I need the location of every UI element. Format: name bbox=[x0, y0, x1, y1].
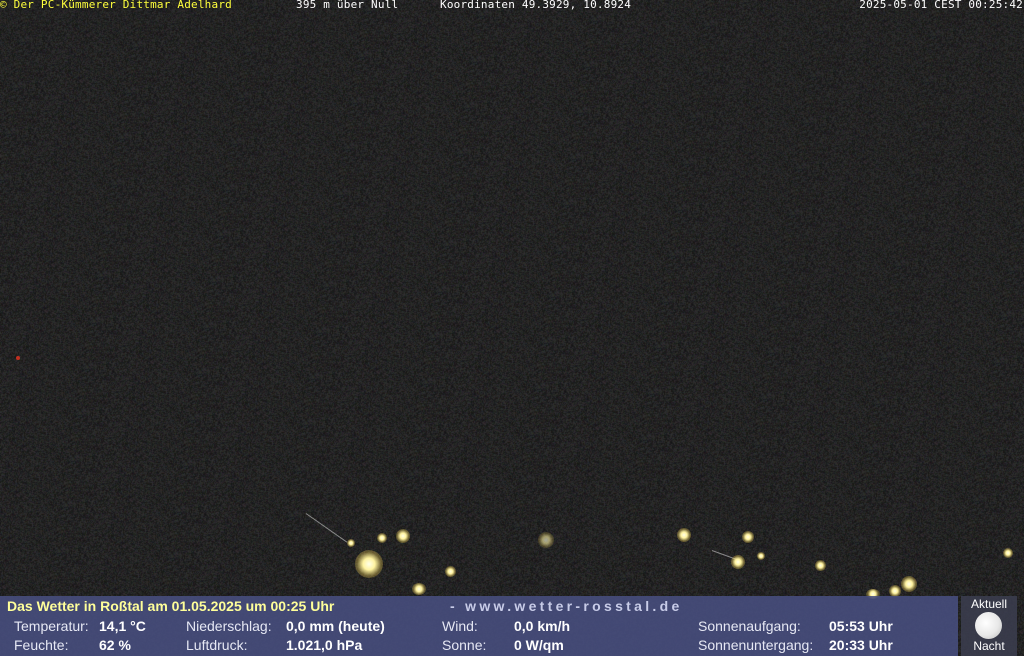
humidity-label: Feuchte: bbox=[14, 637, 69, 653]
pressure-value: 1.021,0 hPa bbox=[286, 637, 363, 653]
wind-value: 0,0 km/h bbox=[514, 618, 571, 634]
sun-value: 0 W/qm bbox=[514, 637, 564, 653]
town-light bbox=[1003, 548, 1013, 558]
town-light bbox=[757, 552, 765, 560]
sunrise-label: Sonnenaufgang: bbox=[698, 618, 801, 634]
moon-icon bbox=[975, 612, 1002, 639]
town-light bbox=[901, 576, 917, 592]
town-light bbox=[347, 539, 355, 547]
precipitation-label: Niederschlag: bbox=[186, 618, 272, 634]
sunrise-value: 05:53 Uhr bbox=[829, 618, 893, 634]
town-light bbox=[742, 531, 754, 543]
moon-phase-label: Nacht bbox=[973, 639, 1005, 653]
town-light bbox=[355, 550, 383, 578]
camera-info-bar: © Der PC-Kümmerer Dittmar Adelhard 395 m… bbox=[0, 0, 1024, 10]
town-light bbox=[445, 566, 456, 577]
timestamp-text: 2025-05-01 CEST 00:25:42 bbox=[859, 0, 1023, 11]
town-light bbox=[377, 533, 387, 543]
weather-panel: Das Wetter in Roßtal am 01.05.2025 um 00… bbox=[0, 596, 958, 656]
precipitation-value: 0,0 mm (heute) bbox=[286, 618, 385, 634]
sunset-label: Sonnenuntergang: bbox=[698, 637, 814, 653]
moon-phase-box: Aktuell Nacht bbox=[961, 596, 1017, 656]
altitude-text: 395 m über Null bbox=[296, 0, 399, 11]
town-light bbox=[731, 555, 745, 569]
weather-title: Das Wetter in Roßtal am 01.05.2025 um 00… bbox=[7, 598, 335, 614]
temperature-value: 14,1 °C bbox=[99, 618, 146, 634]
moon-current-label: Aktuell bbox=[970, 597, 1008, 611]
night-sky-noise bbox=[0, 0, 1024, 656]
webcam-night-image bbox=[0, 0, 1024, 656]
sun-label: Sonne: bbox=[442, 637, 487, 653]
town-light bbox=[677, 528, 691, 542]
camera-credit: © Der PC-Kümmerer Dittmar Adelhard bbox=[0, 0, 232, 11]
coordinates-text: Koordinaten 49.3929, 10.8924 bbox=[440, 0, 632, 11]
pressure-label: Luftdruck: bbox=[186, 637, 248, 653]
temperature-label: Temperatur: bbox=[14, 618, 89, 634]
town-light bbox=[396, 529, 410, 543]
website-link[interactable]: - www.wetter-rosstal.de bbox=[450, 598, 683, 614]
town-light bbox=[815, 560, 826, 571]
town-light bbox=[538, 532, 554, 548]
wind-label: Wind: bbox=[442, 618, 478, 634]
town-light bbox=[16, 356, 20, 360]
humidity-value: 62 % bbox=[99, 637, 131, 653]
sunset-value: 20:33 Uhr bbox=[829, 637, 893, 653]
town-light bbox=[412, 583, 426, 595]
